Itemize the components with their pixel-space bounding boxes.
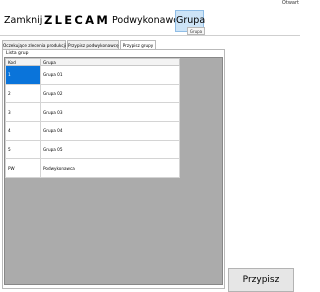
column-header-code[interactable]: Kod [5,58,41,66]
cell-code[interactable]: 2 [5,83,41,104]
cell-group[interactable]: Grupa 05 [40,139,180,160]
cell-group[interactable]: Grupa 03 [40,102,180,123]
cell-group[interactable]: Podwykonawca [40,158,180,179]
table-row[interactable]: 2 Grupa 02 [5,83,180,104]
table-row[interactable]: 1 Grupa 01 [5,65,180,85]
cell-group[interactable]: Grupa 01 [40,65,180,85]
cell-group[interactable]: Grupa 04 [40,121,180,141]
table-row[interactable]: 4 Grupa 04 [5,121,180,141]
column-header-group[interactable]: Grupa [40,58,180,66]
table-row[interactable]: 5 Grupa 05 [5,139,180,160]
table-header-row: Kod Grupa [5,58,180,66]
cell-code[interactable]: 1 [5,65,41,85]
brand-logo: ZLECAM [44,13,111,27]
table-row[interactable]: PW Podwykonawca [5,158,180,179]
group-tooltip: Grupa [187,27,205,35]
table-row[interactable]: 3 Grupa 03 [5,102,180,123]
cell-code[interactable]: 3 [5,102,41,123]
assign-button[interactable]: Przypisz [228,268,294,292]
cell-group[interactable]: Grupa 02 [40,83,180,104]
cell-code[interactable]: PW [5,158,41,179]
cell-code[interactable]: 4 [5,121,41,141]
close-button[interactable]: Zamknij [3,10,42,32]
cell-code[interactable]: 5 [5,139,41,160]
subcontractor-button[interactable]: Podwykonawca [111,10,184,32]
menu-bar: Zamknij ZLECAM Podwykonawca Grupa [0,6,300,36]
group-table[interactable]: Kod Grupa 1 Grupa 01 2 Grupa 02 3 Grupa … [5,58,180,179]
